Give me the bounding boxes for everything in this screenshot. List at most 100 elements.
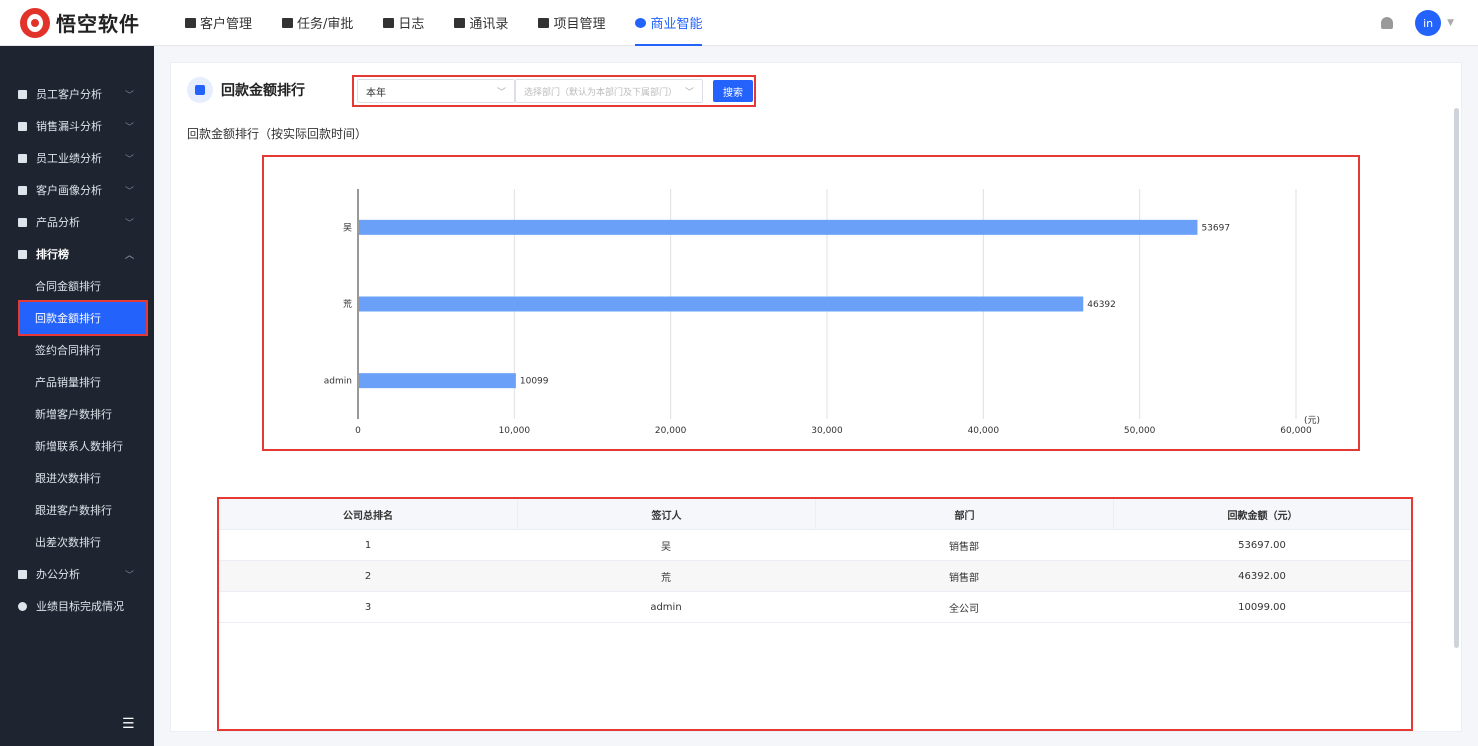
chevron-down-icon: ﹀	[124, 122, 134, 133]
chevron-down-icon: ﹀	[124, 186, 134, 197]
bar	[359, 296, 1084, 312]
data-label: 46392	[1087, 300, 1116, 310]
x-tick-label: 0	[355, 426, 361, 436]
x-tick-label: 10,000	[499, 426, 531, 436]
sidebar-item-followup-customers[interactable]: 跟进客户数排行	[0, 494, 154, 526]
column-header-signer[interactable]: 签订人	[517, 499, 815, 529]
chevron-down-icon[interactable]: ▼	[1447, 18, 1454, 28]
chevron-down-icon: ﹀	[124, 90, 134, 101]
sidebar-item-followups[interactable]: 跟进次数排行	[0, 462, 154, 494]
bar-chart-icon	[18, 153, 27, 163]
x-tick-label: 20,000	[655, 426, 687, 436]
sidebar-item-new-contacts[interactable]: 新增联系人数排行	[0, 430, 154, 462]
table-row[interactable]: 3 admin 全公司 10099.00	[219, 592, 1411, 623]
brand-logo[interactable]: 悟空软件	[20, 7, 160, 38]
sidebar-group-office[interactable]: 办公分析 ﹀	[0, 558, 154, 590]
sidebar-item-product-sales[interactable]: 产品销量排行	[0, 366, 154, 398]
period-select-value: 本年	[366, 87, 386, 99]
bell-icon[interactable]	[1381, 17, 1394, 29]
briefcase-icon	[18, 569, 27, 579]
ranking-table: 公司总排名 签订人 部门 回款金额（元） 1 吴 销售部 53697.00 2 …	[217, 497, 1413, 731]
category-label: 吴	[343, 222, 352, 233]
log-icon	[383, 17, 395, 28]
monkey-logo-icon	[20, 7, 50, 38]
sidebar-group-label: 办公分析	[36, 568, 80, 581]
nav-label: 客户管理	[200, 17, 253, 32]
top-navbar: 悟空软件 客户管理 任务/审批 日志 通讯录 项目管理 商业智能 in ▼	[0, 0, 1478, 46]
main-card: 回款金额排行 本年 ﹀ 选择部门（默认为本部门及下属部门） ﹀ 搜索 回款金额排…	[170, 62, 1462, 732]
nav-item-bi[interactable]: 商业智能	[620, 0, 717, 46]
trophy-icon	[18, 249, 27, 259]
sidebar-item-contract-amount[interactable]: 合同金额排行	[0, 270, 154, 302]
cell-rank: 1	[364, 539, 372, 551]
chevron-down-icon: ﹀	[124, 218, 134, 229]
cell-rank: 2	[364, 570, 372, 582]
briefcase-icon	[282, 17, 294, 28]
sidebar-group-portrait[interactable]: 客户画像分析 ﹀	[0, 174, 154, 206]
building-icon	[185, 17, 196, 28]
avatar[interactable]: in	[1415, 10, 1442, 36]
data-label: 10099	[520, 377, 549, 387]
target-icon	[18, 601, 27, 611]
nav-label: 商业智能	[650, 17, 703, 32]
sidebar: 员工客户分析 ﹀ 销售漏斗分析 ﹀ 员工业绩分析 ﹀ 客户画像分析 ﹀ 产品分析 ﹀ 排行…	[0, 46, 154, 746]
project-icon	[538, 17, 550, 28]
nav-item-log[interactable]: 日志	[368, 0, 439, 46]
bi-icon	[635, 17, 647, 28]
main-nav: 客户管理 任务/审批 日志 通讯录 项目管理 商业智能	[170, 0, 717, 46]
column-header-department[interactable]: 部门	[815, 499, 1113, 529]
brand-name: 悟空软件	[56, 12, 140, 36]
scrollbar[interactable]	[1454, 108, 1459, 648]
sidebar-item-new-customers[interactable]: 新增客户数排行	[0, 398, 154, 430]
nav-label: 任务/审批	[297, 17, 354, 32]
sidebar-group-label: 产品分析	[36, 216, 80, 229]
chevron-down-icon: ﹀	[496, 87, 506, 98]
x-tick-label: 60,000	[1280, 426, 1312, 436]
nav-item-contacts[interactable]: 通讯录	[439, 0, 523, 46]
table-row[interactable]: 2 荒 销售部 46392.00	[219, 561, 1411, 592]
nav-label: 项目管理	[553, 17, 606, 32]
sidebar-item-payment-amount[interactable]: 回款金额排行	[18, 300, 148, 336]
category-label: 荒	[343, 299, 352, 310]
period-select[interactable]: 本年 ﹀	[357, 79, 515, 103]
cell-department: 全公司	[949, 603, 979, 615]
sidebar-group-label: 业绩目标完成情况	[36, 600, 124, 613]
sidebar-item-signed-contracts[interactable]: 签约合同排行	[0, 334, 154, 366]
department-select[interactable]: 选择部门（默认为本部门及下属部门） ﹀	[515, 79, 703, 103]
x-tick-label: 30,000	[811, 426, 843, 436]
nav-item-customer[interactable]: 客户管理	[170, 0, 267, 46]
sidebar-group-employee-customer[interactable]: 员工客户分析 ﹀	[0, 78, 154, 110]
data-label: 53697	[1201, 223, 1230, 233]
nav-item-project[interactable]: 项目管理	[523, 0, 620, 46]
column-header-amount[interactable]: 回款金额（元）	[1113, 499, 1411, 529]
users-icon	[18, 185, 27, 195]
chart-caption: 回款金额排行（按实际回款时间）	[187, 127, 368, 141]
bar	[359, 373, 516, 389]
nav-label: 日志	[398, 17, 425, 32]
sidebar-group-product[interactable]: 产品分析 ﹀	[0, 206, 154, 238]
collapse-sidebar-icon[interactable]: ☰	[122, 716, 135, 732]
sidebar-group-funnel[interactable]: 销售漏斗分析 ﹀	[0, 110, 154, 142]
nav-item-task[interactable]: 任务/审批	[267, 0, 368, 46]
filter-bar: 本年 ﹀ 选择部门（默认为本部门及下属部门） ﹀ 搜索	[352, 75, 756, 107]
table-row[interactable]: 1 吴 销售部 53697.00	[219, 530, 1411, 561]
cell-signer: 吴	[661, 541, 671, 553]
x-tick-label: 50,000	[1124, 426, 1156, 436]
cell-department: 销售部	[949, 541, 979, 553]
sidebar-group-label: 员工业绩分析	[36, 152, 102, 165]
sidebar-item-business-trips[interactable]: 出差次数排行	[0, 526, 154, 558]
cell-signer: 荒	[661, 572, 671, 584]
search-button[interactable]: 搜索	[713, 80, 753, 102]
cell-rank: 3	[364, 601, 372, 613]
funnel-icon	[18, 121, 27, 131]
sidebar-group-label: 员工客户分析	[36, 88, 102, 101]
sidebar-group-ranking[interactable]: 排行榜 ︿	[0, 238, 154, 270]
sidebar-group-label: 排行榜	[36, 248, 69, 261]
column-header-rank[interactable]: 公司总排名	[219, 499, 517, 529]
chevron-up-icon: ︿	[124, 250, 134, 261]
sidebar-group-performance[interactable]: 员工业绩分析 ﹀	[0, 142, 154, 174]
chevron-down-icon: ﹀	[124, 154, 134, 165]
sidebar-group-label: 销售漏斗分析	[36, 120, 102, 133]
table-header-row: 公司总排名 签订人 部门 回款金额（元）	[219, 499, 1411, 530]
sidebar-group-target[interactable]: 业绩目标完成情况	[0, 590, 154, 622]
